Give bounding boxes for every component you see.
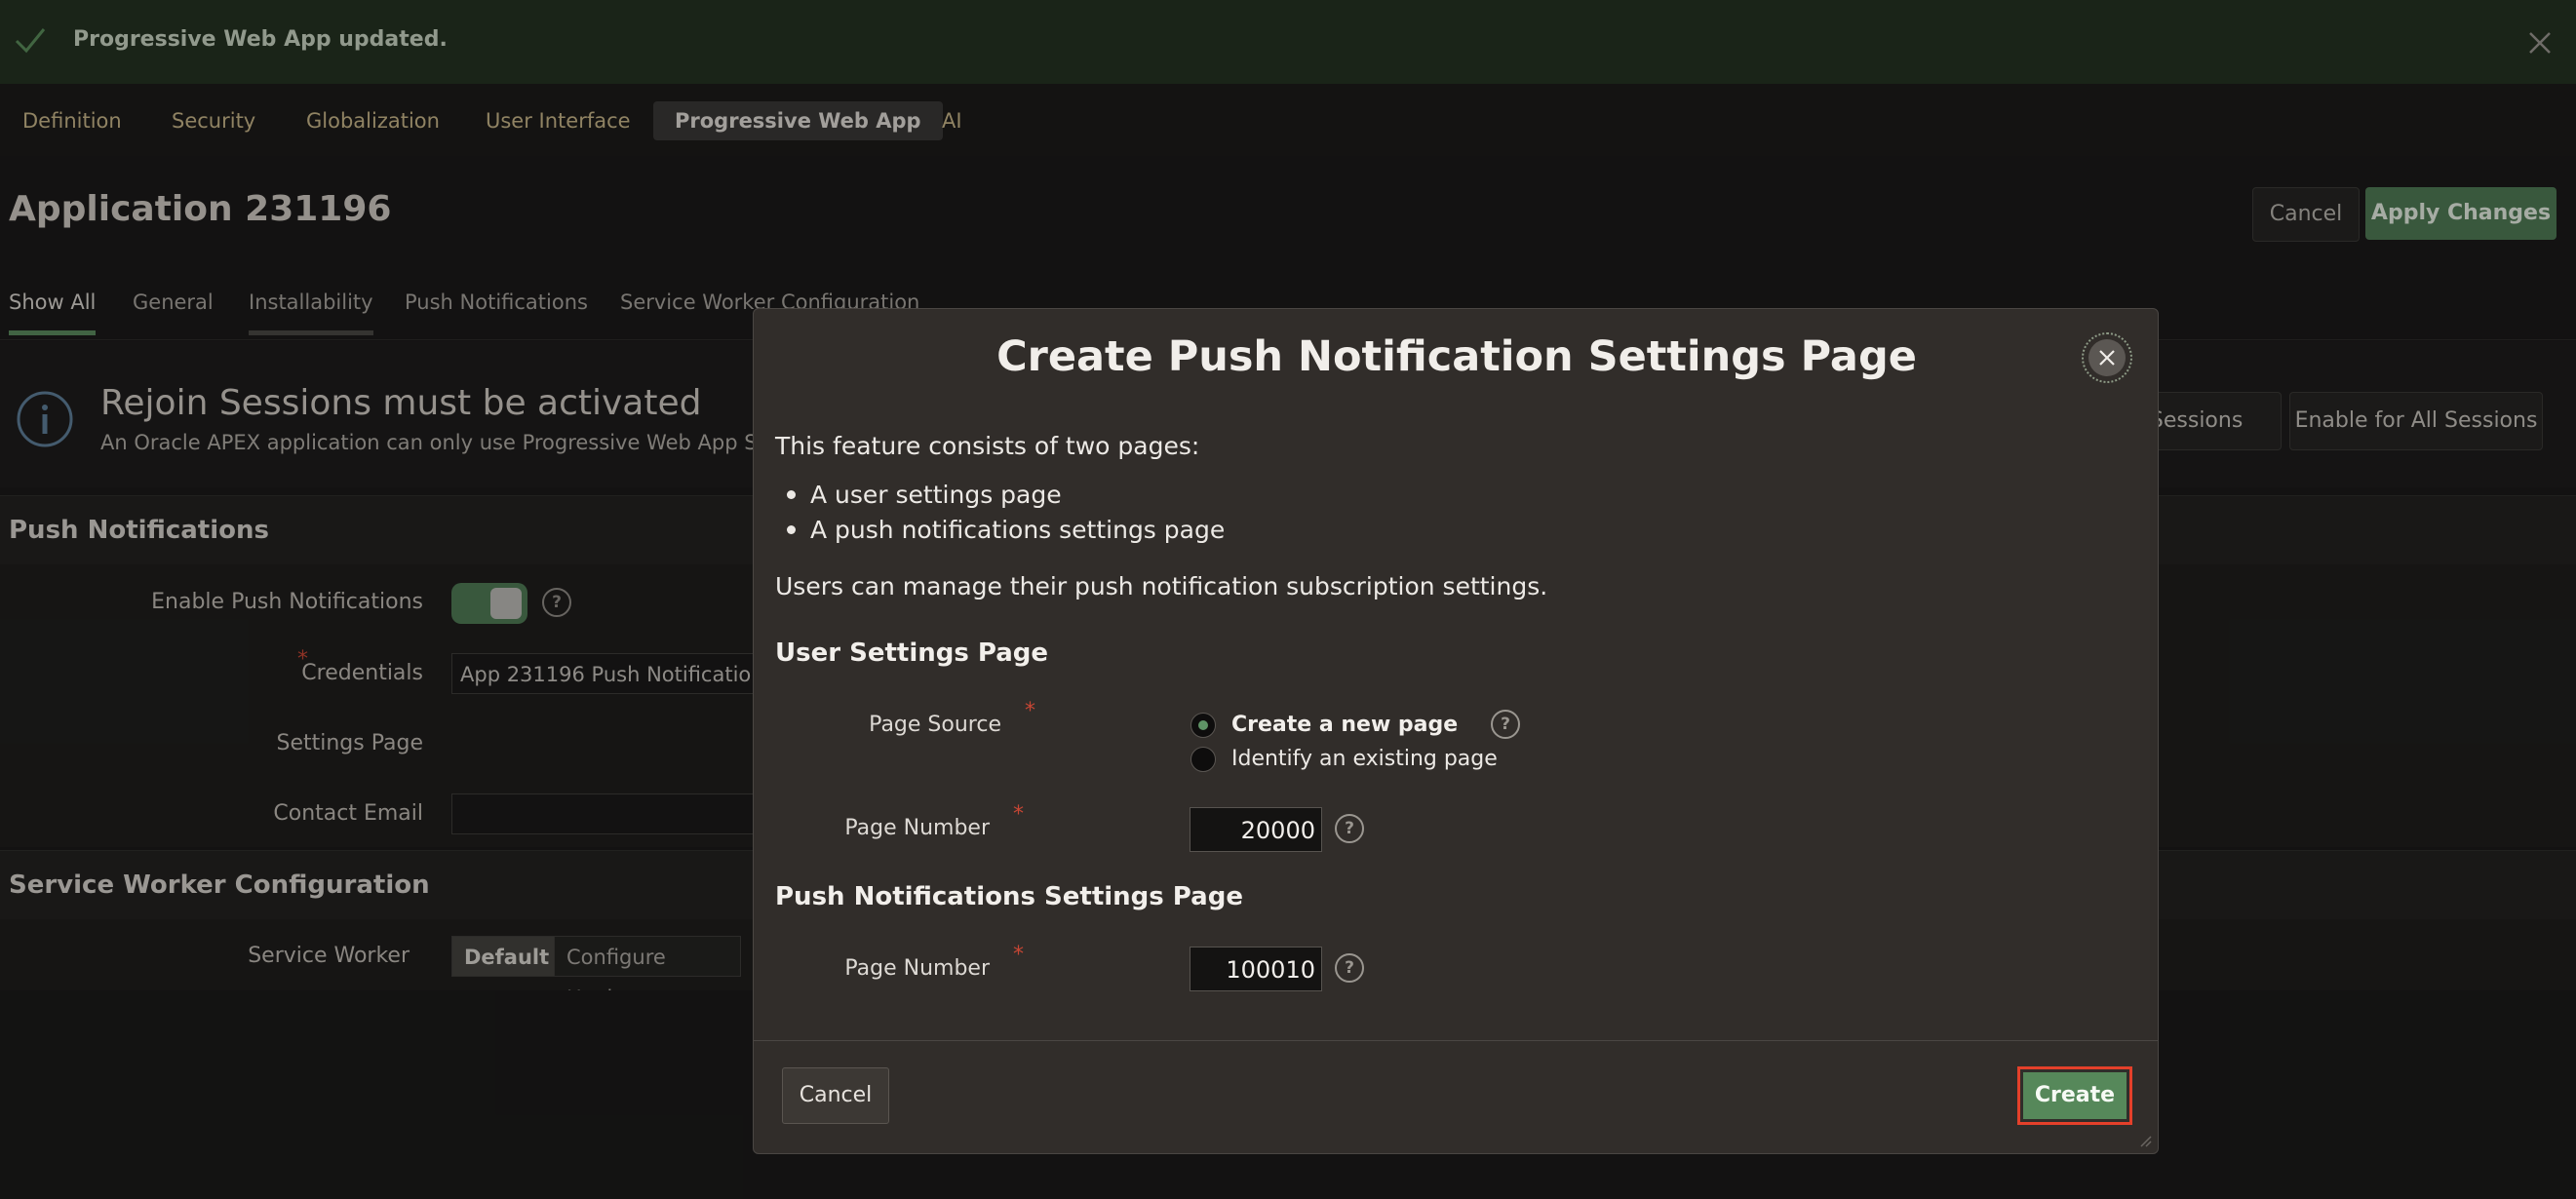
dialog-footer-divider (754, 1040, 2158, 1041)
page-number-label: Page Number (844, 956, 990, 981)
required-marker: * (1013, 943, 1024, 967)
push-page-number-input[interactable]: 100010 (1190, 947, 1322, 991)
user-settings-heading: User Settings Page (775, 638, 1049, 668)
radio-identify-existing-page[interactable] (1190, 747, 1216, 772)
user-page-number-input[interactable]: 20000 (1190, 807, 1322, 852)
required-marker: * (1013, 802, 1024, 827)
bullet-item: A push notifications settings page (810, 516, 1226, 544)
push-settings-heading: Push Notifications Settings Page (775, 882, 1243, 911)
help-icon[interactable]: ? (1335, 953, 1364, 983)
option-create-new-page[interactable]: Create a new page (1231, 713, 1458, 737)
dialog-intro: This feature consists of two pages: (775, 432, 1200, 460)
option-identify-existing-page[interactable]: Identify an existing page (1231, 747, 1498, 771)
radio-create-new-page[interactable] (1190, 713, 1216, 738)
bullet-dot (787, 490, 796, 499)
close-glyph (2099, 350, 2115, 366)
help-icon[interactable]: ? (1491, 710, 1520, 739)
dialog-close-button[interactable] (2082, 332, 2132, 383)
create-button-highlight: Create (2017, 1066, 2132, 1125)
bullet-item: A user settings page (810, 481, 1062, 509)
dialog-cancel-button[interactable]: Cancel (782, 1067, 889, 1124)
help-icon[interactable]: ? (1335, 814, 1364, 843)
required-marker: * (1025, 699, 1035, 723)
resize-handle-icon[interactable] (2138, 1134, 2152, 1147)
page-number-label: Page Number (844, 816, 990, 840)
create-push-settings-dialog: Create Push Notification Settings Page T… (753, 308, 2159, 1154)
dialog-manage-text: Users can manage their push notification… (775, 572, 1548, 600)
dialog-title: Create Push Notification Settings Page (996, 332, 1917, 381)
radio-selected-dot (1198, 720, 1208, 730)
create-button[interactable]: Create (2023, 1072, 2127, 1119)
bullet-dot (787, 525, 796, 534)
close-icon (2088, 339, 2126, 376)
page-source-label: Page Source (869, 713, 1001, 737)
